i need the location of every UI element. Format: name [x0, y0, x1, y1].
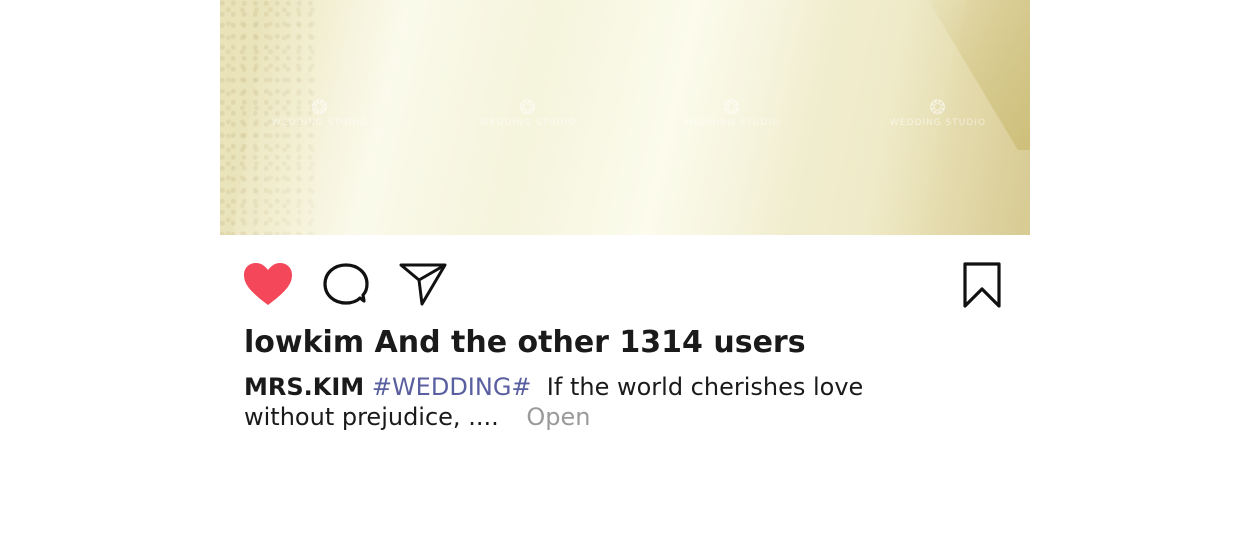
post-actions-bar — [220, 235, 1030, 325]
photo-watermark: ❂ WEDDING STUDIO — [271, 95, 369, 128]
caption-hashtag[interactable]: #WEDDING# — [372, 373, 532, 401]
caption-username[interactable]: MRS.KIM — [244, 373, 364, 401]
photo-watermark: ❂ WEDDING STUDIO — [889, 95, 987, 128]
photo-watermark: ❂ WEDDING STUDIO — [683, 95, 781, 128]
photo-watermark: ❂ WEDDING STUDIO — [479, 95, 577, 128]
caption-open-link[interactable]: Open — [526, 403, 590, 431]
heart-filled-icon[interactable] — [242, 261, 294, 307]
likes-summary[interactable]: lowkim And the other 1314 users — [244, 325, 806, 361]
post-caption: MRS.KIM #WEDDING# If the world cherishes… — [244, 372, 944, 432]
comment-bubble-icon[interactable] — [322, 261, 370, 309]
bookmark-icon[interactable] — [962, 261, 1002, 309]
post-photo[interactable]: ❂ WEDDING STUDIO ❂ WEDDING STUDIO ❂ WEDDING… — [220, 0, 1030, 235]
post-card: ❂ WEDDING STUDIO ❂ WEDDING STUDIO ❂ WEDDING… — [220, 0, 1030, 543]
paper-plane-icon[interactable] — [398, 261, 448, 307]
